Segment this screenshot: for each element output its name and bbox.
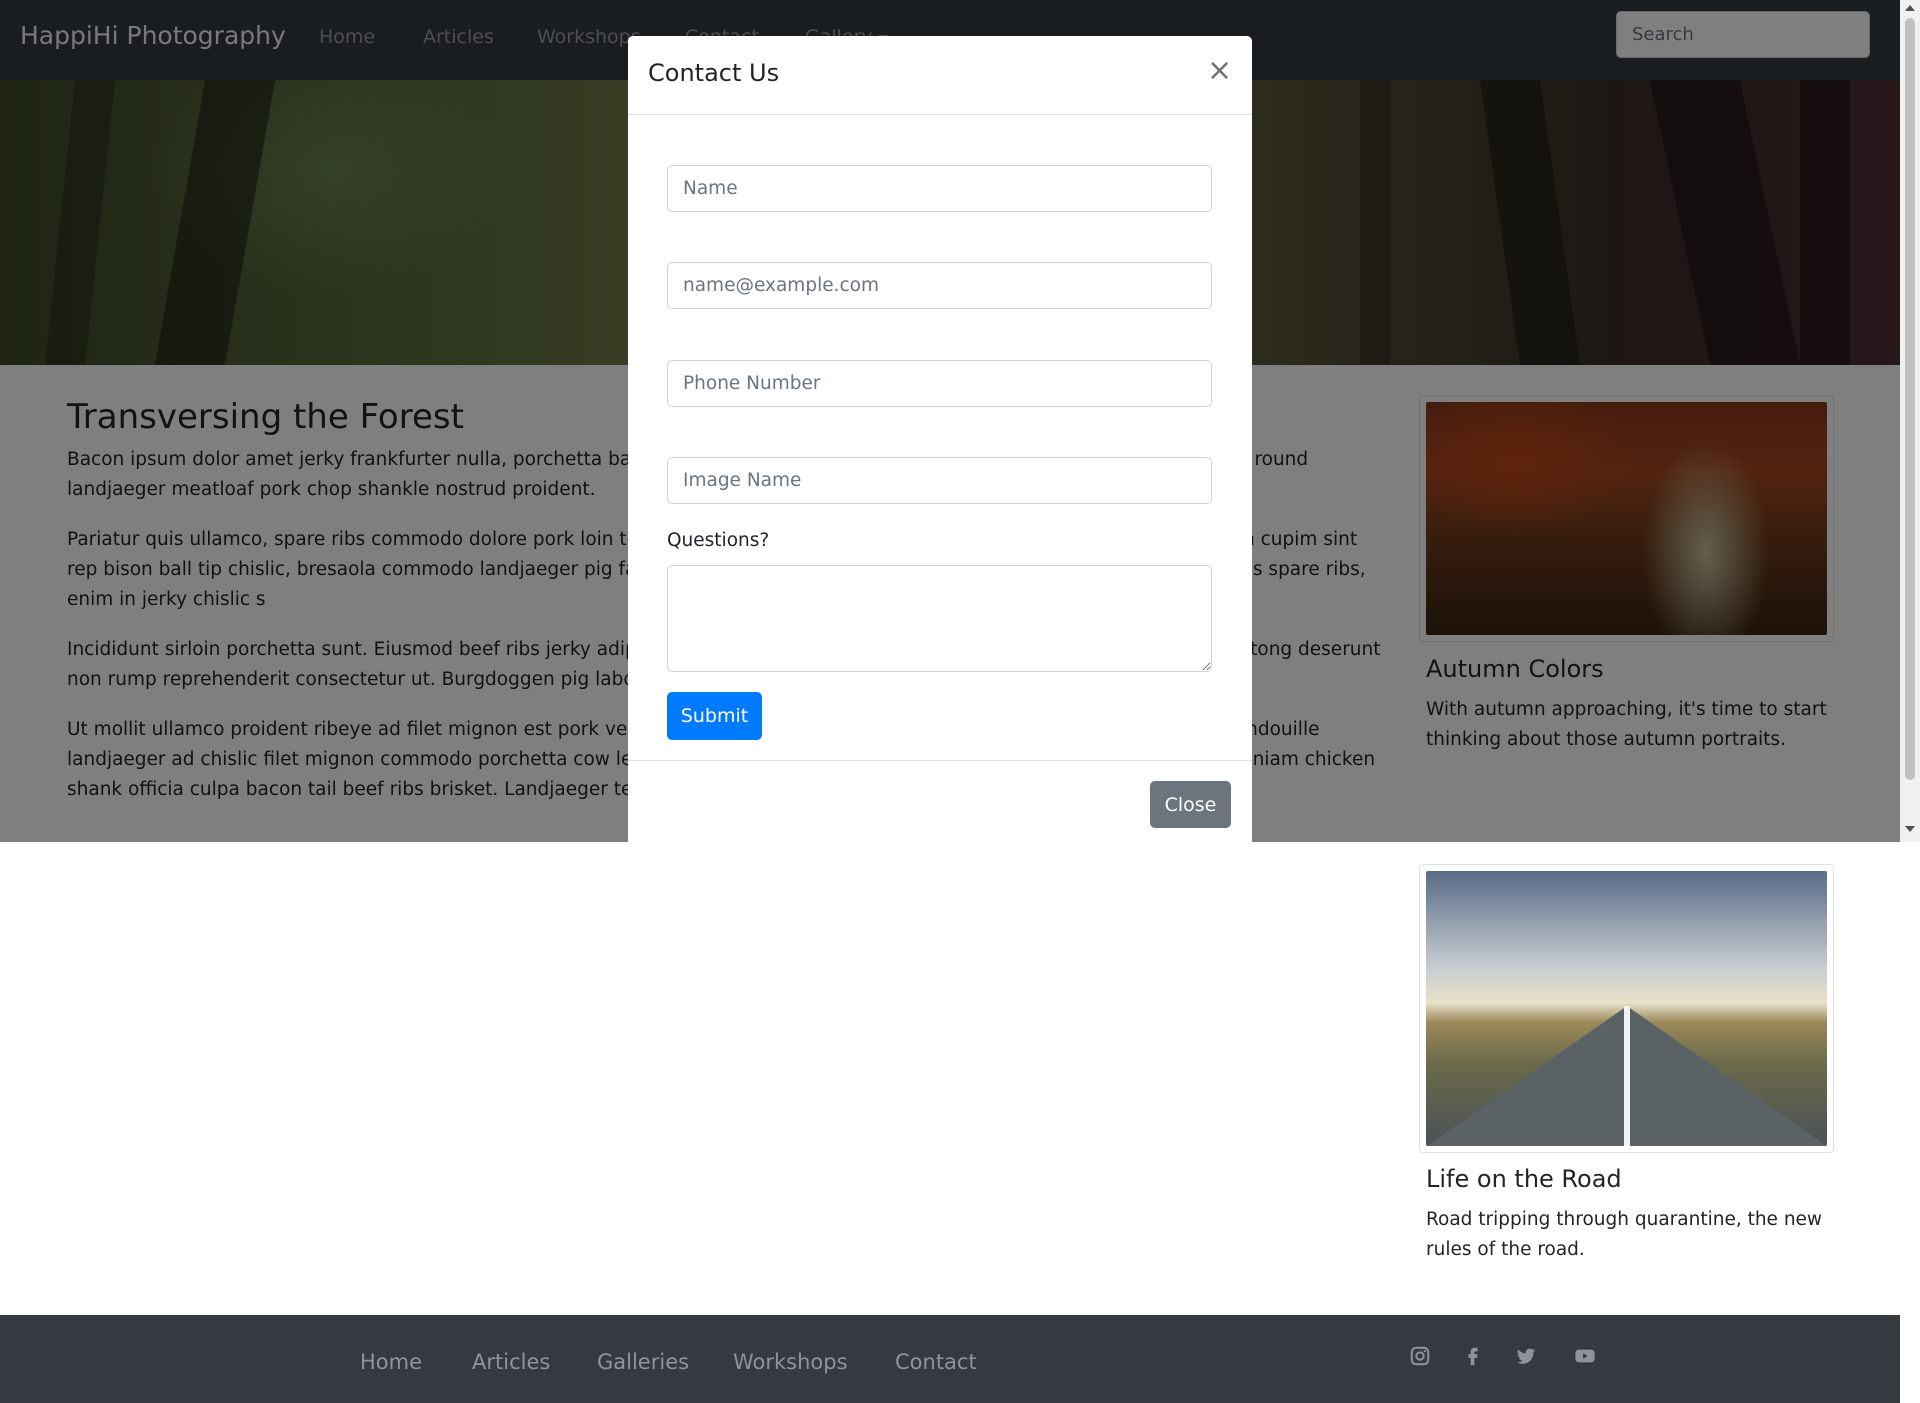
scrollbar-thumb[interactable] — [1905, 18, 1915, 780]
road-landscape-image — [1426, 871, 1827, 1146]
page-scrollbar[interactable] — [1900, 0, 1920, 842]
road-card-image-frame[interactable] — [1419, 864, 1834, 1153]
questions-textarea[interactable] — [667, 565, 1212, 672]
contact-modal: Contact Us × Questions? Submit Close — [628, 36, 1252, 842]
name-field[interactable] — [667, 165, 1212, 212]
modal-header-divider — [628, 114, 1252, 115]
site-footer: Home Articles Galleries Workshops Contac… — [0, 1315, 1900, 1403]
footer-link-galleries[interactable]: Galleries — [597, 1350, 689, 1374]
facebook-icon[interactable] — [1462, 1345, 1484, 1367]
close-icon[interactable]: × — [1207, 56, 1232, 86]
card-title-road: Life on the Road — [1426, 1165, 1622, 1193]
twitter-icon[interactable] — [1515, 1345, 1537, 1367]
questions-label: Questions? — [667, 530, 770, 551]
submit-button[interactable]: Submit — [667, 692, 762, 740]
modal-footer-divider — [628, 760, 1252, 761]
footer-link-workshops[interactable]: Workshops — [733, 1350, 848, 1374]
phone-field[interactable] — [667, 360, 1212, 407]
email-field[interactable] — [667, 262, 1212, 309]
footer-link-articles[interactable]: Articles — [472, 1350, 550, 1374]
card-text-road: Road tripping through quarantine, the ne… — [1426, 1209, 1823, 1260]
scroll-down-arrow-icon[interactable] — [1905, 826, 1915, 832]
close-button[interactable]: Close — [1150, 781, 1231, 828]
footer-link-home[interactable]: Home — [360, 1350, 422, 1374]
modal-title: Contact Us — [648, 59, 780, 87]
instagram-icon[interactable] — [1409, 1345, 1431, 1367]
footer-link-contact[interactable]: Contact — [895, 1350, 977, 1374]
road-center-line — [1623, 1006, 1630, 1146]
scroll-up-arrow-icon[interactable] — [1905, 5, 1915, 11]
youtube-icon[interactable] — [1574, 1345, 1596, 1367]
image-name-field[interactable] — [667, 457, 1212, 504]
